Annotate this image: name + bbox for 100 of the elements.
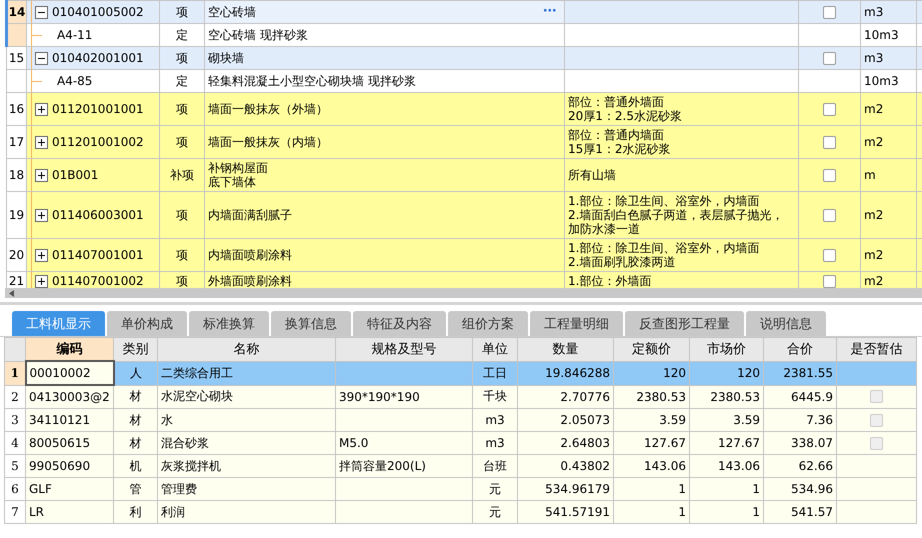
column-header[interactable]: 名称: [158, 338, 336, 361]
table-cell: m: [860, 158, 916, 192]
collapse-icon[interactable]: [35, 52, 48, 64]
table-cell: 元: [472, 500, 518, 524]
table-cell: 10m3: [860, 70, 916, 92]
text-line: 补钢构屋面: [208, 161, 269, 175]
column-header[interactable]: 编码: [26, 338, 114, 361]
column-header[interactable]: 类别: [114, 338, 158, 361]
text-line: 2.墙面刮白色腻子两道，表层腻子抛光，: [568, 208, 784, 222]
expand-icon[interactable]: [35, 102, 48, 116]
expand-icon[interactable]: [35, 274, 48, 288]
checkbox[interactable]: [823, 136, 836, 148]
checkbox[interactable]: [823, 102, 836, 116]
tab[interactable]: 特征及内容: [353, 311, 446, 336]
row-number: 3: [4, 408, 26, 432]
table-cell: 工日: [472, 361, 518, 385]
row-number: 19: [6, 192, 26, 238]
table-cell: 2.70776: [518, 385, 614, 408]
table-cell: 1: [690, 478, 764, 500]
table-cell: 0.43802: [518, 454, 614, 478]
text-line: 20厚1：2.5水泥砂浆: [568, 109, 683, 123]
ellipsis-button[interactable]: [544, 9, 556, 12]
text-line: 15厚1：2水泥砂浆: [568, 142, 672, 156]
table-cell: 轻集料混凝土小型空心砌块墙 现拌砂浆: [204, 70, 564, 92]
left-arrow-icon[interactable]: [9, 290, 14, 296]
table-cell: 80050615: [26, 432, 114, 454]
table-cell: LR: [26, 500, 114, 524]
tab[interactable]: 组价方案: [448, 311, 528, 336]
table-cell: M5.0: [336, 432, 472, 454]
item-code: 011407001002: [52, 274, 144, 288]
column-header[interactable]: 是否暂估: [836, 338, 916, 361]
table-cell: 541.57: [764, 500, 836, 524]
tab[interactable]: 单价构成: [107, 311, 187, 336]
table-cell: 99050690: [26, 454, 114, 478]
item-code: 010402001001: [52, 51, 144, 65]
row-number: 20: [6, 238, 26, 272]
table-cell: 120: [614, 361, 690, 385]
column-header[interactable]: 数量: [518, 338, 614, 361]
text-line: 底下墙体: [208, 175, 257, 189]
table-cell: 二类综合用工: [158, 361, 336, 385]
table-cell: 机: [114, 454, 158, 478]
table-cell: 定: [160, 70, 204, 92]
column-header[interactable]: 定额价: [614, 338, 690, 361]
text-line: 1.部位：外墙面: [568, 274, 652, 288]
row-number: 5: [4, 454, 26, 478]
checkbox[interactable]: [823, 52, 836, 64]
checkbox[interactable]: [823, 6, 836, 18]
row-number: 15: [6, 46, 26, 70]
table-cell: 利: [114, 500, 158, 524]
expand-icon[interactable]: [35, 168, 48, 182]
text-line: 1.部位：除卫生间、浴室外，内墙面: [568, 194, 760, 208]
item-code: 01B001: [52, 168, 98, 182]
table-cell: m2: [860, 92, 916, 126]
table-cell: 拌筒容量200(L): [336, 454, 472, 478]
table-cell: 材: [114, 408, 158, 432]
tab[interactable]: 说明信息: [746, 311, 826, 336]
checkbox[interactable]: [823, 274, 836, 288]
tab[interactable]: 反查图形工程量: [625, 311, 744, 336]
table-cell: 材: [114, 432, 158, 454]
expand-icon[interactable]: [35, 248, 48, 262]
item-code: 011407001001: [52, 248, 144, 262]
checkbox[interactable]: [823, 168, 836, 182]
column-header[interactable]: 单位: [472, 338, 518, 361]
table-cell: 台班: [472, 454, 518, 478]
row-number: 1: [4, 361, 26, 385]
table-cell: 143.06: [690, 454, 764, 478]
expand-icon[interactable]: [35, 136, 48, 148]
table-cell: 补项: [160, 158, 204, 192]
table-cell: 19.846288: [518, 361, 614, 385]
table-cell: 空心砖墙 现拌砂浆: [204, 24, 564, 46]
table-cell: 1: [614, 500, 690, 524]
table-cell: 人: [114, 361, 158, 385]
table-cell: 534.96179: [518, 478, 614, 500]
checkbox[interactable]: [823, 208, 836, 222]
table-cell: 项: [160, 272, 204, 288]
quota-code: A4-85: [56, 74, 92, 88]
table-cell: 千块: [472, 385, 518, 408]
tab[interactable]: 标准换算: [189, 311, 269, 336]
text-line: 内墙面喷刷涂料: [208, 248, 293, 262]
table-cell: 利润: [158, 500, 336, 524]
column-header[interactable]: 市场价: [690, 338, 764, 361]
text-line: 加防水漆一道: [568, 222, 641, 236]
table-cell: 2381.55: [764, 361, 836, 385]
tab[interactable]: 工程量明细: [530, 311, 623, 336]
table-cell: 3.59: [614, 408, 690, 432]
row-number: 18: [6, 158, 26, 192]
table-cell: 127.67: [690, 432, 764, 454]
table-cell: 338.07: [764, 432, 836, 454]
column-header[interactable]: 规格及型号: [336, 338, 472, 361]
table-cell: m3: [472, 408, 518, 432]
tab[interactable]: 换算信息: [271, 311, 351, 336]
checkbox[interactable]: [823, 248, 836, 262]
row-number: 14: [6, 0, 26, 24]
horizontal-scrollbar[interactable]: [5, 288, 922, 298]
table-cell: 元: [472, 478, 518, 500]
expand-icon[interactable]: [35, 208, 48, 222]
collapse-icon[interactable]: [35, 6, 48, 18]
table-cell: m2: [860, 126, 916, 158]
column-header[interactable]: 合价: [764, 338, 836, 361]
table-cell: 2.05073: [518, 408, 614, 432]
